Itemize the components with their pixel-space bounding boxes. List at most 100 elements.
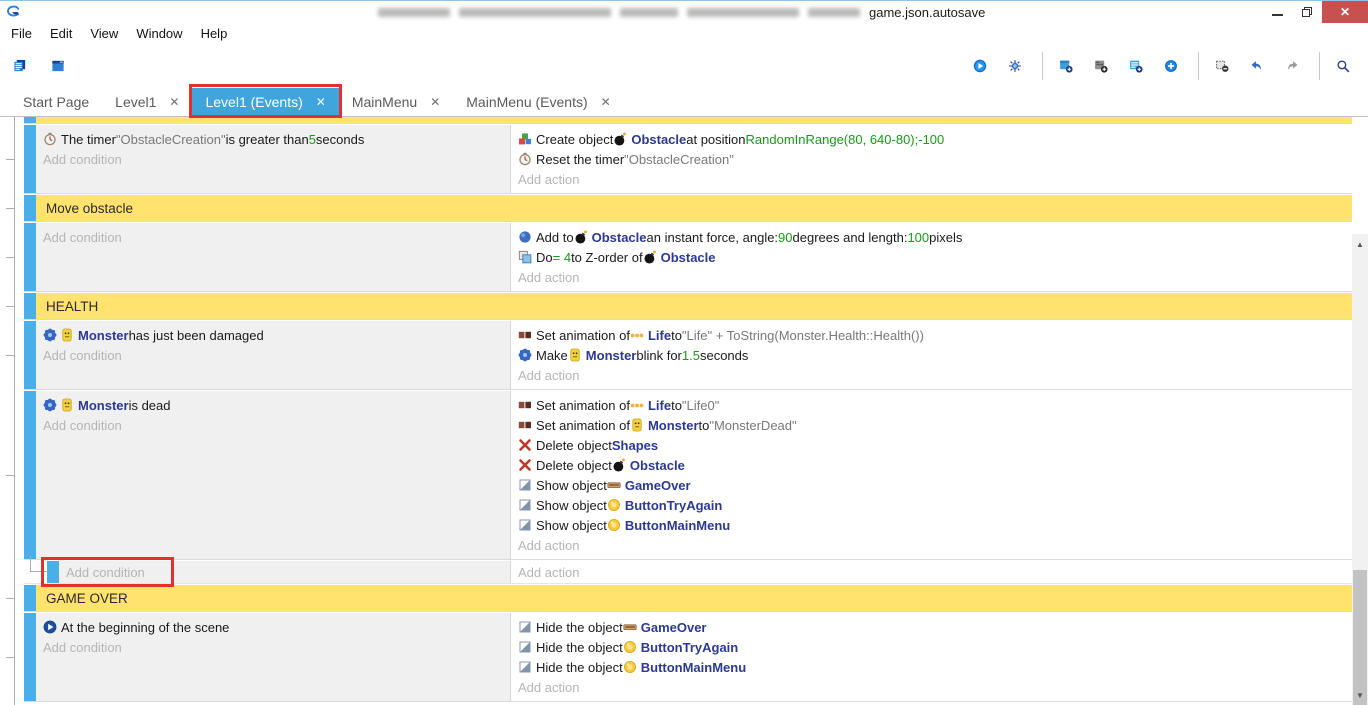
actions-cell[interactable]: Create object Obstacle at position Rando… — [511, 125, 1352, 193]
comment-row[interactable]: Move obstacle — [24, 195, 1352, 221]
subevent-row[interactable]: Add condition Add action — [24, 561, 1352, 583]
action-line[interactable]: Set animation of Monster to "MonsterDead… — [518, 415, 1352, 435]
action-line[interactable]: Set animation of Life to "Life0" — [518, 395, 1352, 415]
vertical-scrollbar[interactable]: ▲ ▼ — [1352, 234, 1368, 705]
event-selection-bar[interactable] — [24, 391, 36, 559]
action-line[interactable]: Set animation of Life to "Life" + ToStri… — [518, 325, 1352, 345]
event-selection-bar[interactable] — [24, 125, 36, 193]
condition-line[interactable]: Monster has just been damaged — [43, 325, 510, 345]
debug-button[interactable] — [1002, 51, 1032, 81]
restore-button[interactable] — [1292, 1, 1322, 23]
actions-cell[interactable]: Add to Obstacle an instant force, angle:… — [511, 223, 1352, 291]
search-button[interactable] — [1330, 51, 1360, 81]
action-line[interactable]: Delete object Shapes — [518, 435, 1352, 455]
tab-close-icon[interactable]: ✕ — [601, 95, 611, 109]
add-condition-link[interactable]: Add condition — [43, 227, 510, 247]
tab-mainmenu[interactable]: MainMenu✕ — [339, 88, 453, 116]
add-condition-link[interactable]: Add condition — [66, 562, 510, 582]
fold-tick[interactable] — [6, 159, 14, 160]
minimize-button[interactable] — [1262, 1, 1292, 23]
event-selection-bar[interactable] — [24, 293, 36, 319]
action-line[interactable]: Hide the object ButtonTryAgain — [518, 637, 1352, 657]
fold-tick[interactable] — [6, 257, 14, 258]
add-action-link[interactable]: Add action — [518, 677, 1352, 697]
add-action-link[interactable]: Add action — [518, 562, 1352, 582]
action-line[interactable]: Hide the object ButtonMainMenu — [518, 657, 1352, 677]
actions-cell[interactable]: Set animation of Life to "Life0"Set anim… — [511, 391, 1352, 559]
add-action-link[interactable]: Add action — [518, 267, 1352, 287]
event-selection-bar[interactable] — [24, 585, 36, 611]
tab-mainmenu-events[interactable]: MainMenu (Events)✕ — [453, 88, 623, 116]
menu-item-window[interactable]: Window — [127, 25, 191, 42]
actions-cell[interactable]: Add action — [511, 561, 1352, 583]
add-condition-link[interactable]: Add condition — [43, 637, 510, 657]
action-line[interactable]: Add to Obstacle an instant force, angle:… — [518, 227, 1352, 247]
add-event-button[interactable] — [1053, 51, 1083, 81]
fold-tick[interactable] — [6, 657, 14, 658]
comment-row[interactable]: GAME OVER — [24, 585, 1352, 611]
actions-cell[interactable]: Set animation of Life to "Life" + ToStri… — [511, 321, 1352, 389]
scroll-up-button[interactable]: ▲ — [1352, 236, 1368, 252]
add-action-link[interactable]: Add action — [518, 535, 1352, 555]
event-row[interactable]: Monster has just been damagedAdd conditi… — [24, 321, 1352, 389]
action-line[interactable]: Show object ButtonTryAgain — [518, 495, 1352, 515]
tab-close-icon[interactable]: ✕ — [169, 95, 179, 109]
conditions-cell[interactable]: Monster is deadAdd condition — [36, 391, 511, 559]
event-selection-bar[interactable] — [47, 561, 59, 583]
scrollbar-thumb[interactable] — [1353, 570, 1367, 705]
delete-event-button[interactable] — [1209, 51, 1239, 81]
event-selection-bar[interactable] — [24, 223, 36, 291]
add-subevent-button[interactable] — [1088, 51, 1118, 81]
condition-line[interactable]: At the beginning of the scene — [43, 617, 510, 637]
menu-item-help[interactable]: Help — [192, 25, 237, 42]
tab-close-icon[interactable]: ✕ — [430, 95, 440, 109]
menu-item-file[interactable]: File — [2, 25, 41, 42]
start-page-button[interactable] — [45, 51, 75, 81]
condition-line[interactable]: Monster is dead — [43, 395, 510, 415]
fold-tick[interactable] — [6, 208, 14, 209]
comment-row-partial[interactable] — [24, 117, 1352, 123]
tab-close-icon[interactable]: ✕ — [316, 95, 326, 109]
conditions-cell[interactable]: Add condition — [36, 223, 511, 291]
condition-line[interactable]: The timer "ObstacleCreation" is greater … — [43, 129, 510, 149]
menu-item-edit[interactable]: Edit — [41, 25, 81, 42]
fold-tick[interactable] — [6, 306, 14, 307]
fold-tick[interactable] — [6, 355, 14, 356]
conditions-cell[interactable]: At the beginning of the sceneAdd conditi… — [36, 613, 511, 701]
event-row[interactable]: At the beginning of the sceneAdd conditi… — [24, 613, 1352, 701]
project-manager-button[interactable] — [7, 51, 37, 81]
add-comment-button[interactable] — [1123, 51, 1153, 81]
add-condition-link[interactable]: Add condition — [43, 149, 510, 169]
event-selection-bar[interactable] — [24, 117, 36, 123]
tab-start-page[interactable]: Start Page — [10, 88, 102, 116]
menu-item-view[interactable]: View — [81, 25, 127, 42]
event-selection-bar[interactable] — [24, 195, 36, 221]
action-line[interactable]: Reset the timer "ObstacleCreation" — [518, 149, 1352, 169]
action-line[interactable]: Create object Obstacle at position Rando… — [518, 129, 1352, 149]
action-line[interactable]: Make Monster blink for 1.5 seconds — [518, 345, 1352, 365]
action-line[interactable]: Show object GameOver — [518, 475, 1352, 495]
event-selection-bar[interactable] — [24, 321, 36, 389]
play-button[interactable] — [967, 51, 997, 81]
add-action-link[interactable]: Add action — [518, 365, 1352, 385]
actions-cell[interactable]: Hide the object GameOverHide the object … — [511, 613, 1352, 701]
tab-level1[interactable]: Level1✕ — [102, 88, 192, 116]
undo-button[interactable] — [1244, 51, 1274, 81]
scroll-down-button[interactable]: ▼ — [1352, 687, 1368, 703]
add-condition-link[interactable]: Add condition — [43, 415, 510, 435]
event-row[interactable]: The timer "ObstacleCreation" is greater … — [24, 125, 1352, 193]
event-selection-bar[interactable] — [24, 613, 36, 701]
add-action-link[interactable]: Add action — [518, 169, 1352, 189]
conditions-cell[interactable]: Monster has just been damagedAdd conditi… — [36, 321, 511, 389]
conditions-cell[interactable]: The timer "ObstacleCreation" is greater … — [36, 125, 511, 193]
fold-tick[interactable] — [6, 475, 14, 476]
comment-row[interactable]: HEALTH — [24, 293, 1352, 319]
add-circle-button[interactable] — [1158, 51, 1188, 81]
event-row[interactable]: Add condition Add to Obstacle an instant … — [24, 223, 1352, 291]
tab-level1-events[interactable]: Level1 (Events)✕ — [192, 88, 338, 116]
action-line[interactable]: Show object ButtonMainMenu — [518, 515, 1352, 535]
add-condition-link[interactable]: Add condition — [43, 345, 510, 365]
fold-tick[interactable] — [6, 598, 14, 599]
redo-button[interactable] — [1279, 51, 1309, 81]
action-line[interactable]: Delete object Obstacle — [518, 455, 1352, 475]
